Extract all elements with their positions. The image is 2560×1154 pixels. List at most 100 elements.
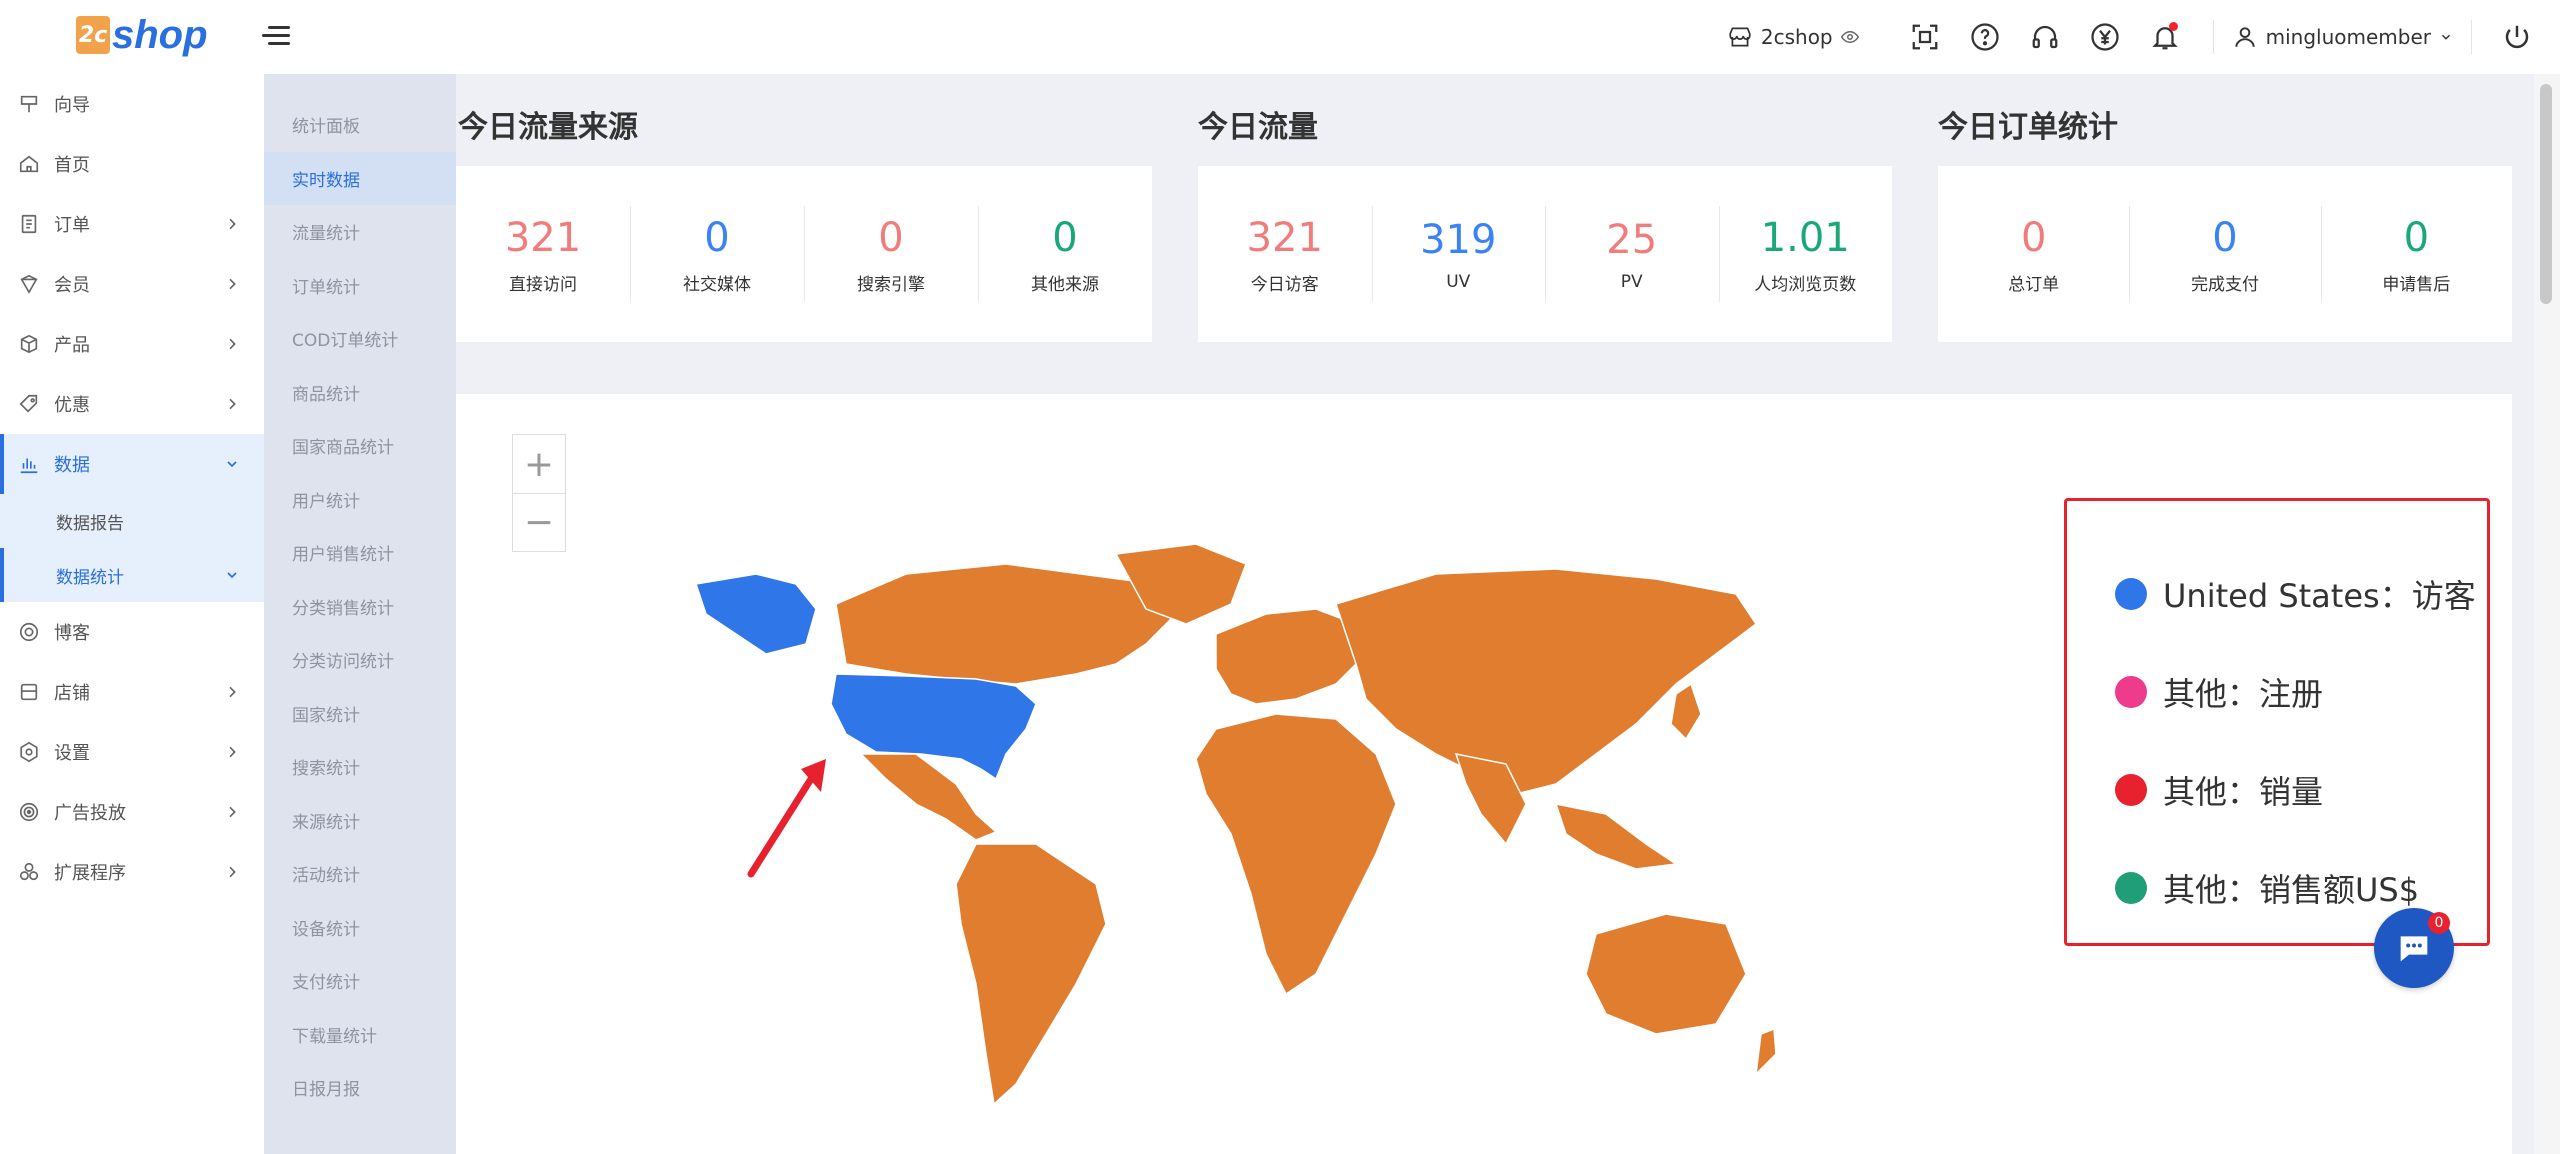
zoom-out-button[interactable]: −	[513, 493, 565, 551]
stat-social: 0 社交媒体	[630, 166, 804, 342]
product-icon	[18, 333, 40, 355]
user-menu[interactable]: mingluomember	[2232, 24, 2453, 50]
legend-item[interactable]: 其他：销量	[2067, 741, 2487, 839]
zoom-in-button[interactable]: +	[513, 435, 565, 493]
stat-value: 319	[1420, 217, 1497, 263]
headset-icon[interactable]	[2028, 20, 2062, 54]
sidebar-item-promotions[interactable]: 优惠	[0, 374, 264, 434]
sidebar-item-ads[interactable]: 广告投放	[0, 782, 264, 842]
stat-value: 321	[504, 214, 582, 261]
sidebar-item-blog[interactable]: 博客	[0, 602, 264, 662]
subnav-item[interactable]: 活动统计	[264, 847, 456, 901]
subnav-item[interactable]: 国家统计	[264, 687, 456, 741]
legend-dot	[2115, 578, 2147, 610]
menu-toggle-icon[interactable]	[262, 18, 296, 52]
orders-today-title: 今日订单统计	[1938, 110, 2118, 145]
subnav-item[interactable]: 用户统计	[264, 473, 456, 527]
subnav-item[interactable]: 下载量统计	[264, 1008, 456, 1062]
store-icon	[1729, 27, 1751, 47]
sidebar-sub-data-report[interactable]: 数据报告	[0, 494, 264, 548]
page-scrollbar[interactable]	[2534, 74, 2560, 1154]
logo[interactable]: 2c shop	[76, 8, 216, 62]
sidebar-item-store[interactable]: 店铺	[0, 662, 264, 722]
subnav-item[interactable]: 统计面板	[264, 98, 456, 152]
stat-value: 0	[2403, 214, 2430, 261]
currency-icon[interactable]	[2088, 20, 2122, 54]
home-icon	[18, 153, 40, 175]
sidebar-item-guide[interactable]: 向导	[0, 74, 264, 134]
chat-button[interactable]: 0	[2374, 908, 2454, 988]
fullscreen-icon[interactable]	[1908, 20, 1942, 54]
sidebar: 向导 首页 订单 会员 产品 优惠 数据 数据报告 数据统计 博客 店铺 设置 …	[0, 74, 264, 1154]
stat-label: UV	[1446, 272, 1471, 292]
sidebar-sub-label: 数据报告	[56, 513, 124, 534]
chart-icon	[18, 453, 40, 475]
sidebar-item-members[interactable]: 会员	[0, 254, 264, 314]
subnav-item[interactable]: 订单统计	[264, 259, 456, 313]
subnav-item-realtime[interactable]: 实时数据	[264, 151, 456, 205]
chevron-right-icon	[229, 806, 236, 818]
sidebar-item-settings[interactable]: 设置	[0, 722, 264, 782]
sidebar-item-extensions[interactable]: 扩展程序	[0, 842, 264, 902]
chevron-right-icon	[229, 746, 236, 758]
sidebar-item-label: 数据	[54, 455, 90, 476]
shop-switch[interactable]: 2cshop	[1727, 24, 1859, 50]
subnav-item[interactable]: 支付统计	[264, 954, 456, 1008]
legend-dot	[2115, 774, 2147, 806]
subnav-item[interactable]: 分类销售统计	[264, 580, 456, 634]
sidebar-sub-data-stats[interactable]: 数据统计	[0, 548, 264, 602]
legend-item[interactable]: 其他：注册	[2067, 643, 2487, 741]
stat-label: 申请售后	[2382, 274, 2451, 295]
sidebar-item-label: 会员	[54, 275, 90, 296]
subnav-item[interactable]: 商品统计	[264, 366, 456, 420]
stat-after-sales: 0 申请售后	[2320, 166, 2512, 342]
eye-icon[interactable]	[1840, 28, 1859, 46]
subnav-item[interactable]: 来源统计	[264, 794, 456, 848]
main-content: 今日流量来源 321 直接访问 0 社交媒体 0 搜索引擎 0 其他来源 今日流量 32…	[456, 74, 2534, 1154]
settings-icon	[18, 741, 40, 763]
stat-value: 321	[1246, 214, 1323, 261]
user-icon	[2234, 27, 2255, 47]
stat-label: 社交媒体	[683, 274, 751, 295]
traffic-source-card: 321 直接访问 0 社交媒体 0 搜索引擎 0 其他来源	[456, 166, 1152, 342]
legend-label: United States：访客	[2163, 577, 2476, 615]
chat-icon	[2400, 936, 2428, 962]
legend-item[interactable]: United States：访客	[2067, 545, 2487, 643]
japan	[1670, 682, 1702, 741]
subnav-item[interactable]: 用户销售统计	[264, 526, 456, 580]
subnav-item[interactable]: 日报月报	[264, 1061, 456, 1115]
stat-value: 0	[1052, 214, 1078, 261]
notification-dot	[2168, 22, 2178, 31]
legend-label: 其他：销量	[2163, 773, 2324, 811]
stat-value: 0	[878, 214, 904, 261]
subnav-item[interactable]: 设备统计	[264, 901, 456, 955]
australia	[1585, 913, 1747, 1035]
ads-icon	[18, 801, 40, 823]
land-masses	[835, 543, 1777, 1106]
subnav-item[interactable]: COD订单统计	[264, 312, 456, 366]
chevron-down-icon	[2441, 34, 2451, 40]
sidebar-item-orders[interactable]: 订单	[0, 194, 264, 254]
top-header: 2c shop 2cshop mingluomember	[0, 0, 2560, 74]
logo-text: shop	[112, 12, 208, 57]
bell-icon[interactable]	[2148, 20, 2182, 54]
alaska	[695, 573, 817, 655]
sidebar-item-data[interactable]: 数据	[0, 434, 264, 494]
scroll-thumb[interactable]	[2540, 84, 2552, 304]
subnav-item[interactable]: 国家商品统计	[264, 419, 456, 473]
power-icon[interactable]	[2500, 20, 2534, 54]
sidebar-item-label: 店铺	[54, 683, 90, 704]
sidebar-item-products[interactable]: 产品	[0, 314, 264, 374]
subnav-item[interactable]: 分类访问统计	[264, 633, 456, 687]
subnav-item[interactable]: 流量统计	[264, 205, 456, 259]
sidebar-item-label: 博客	[54, 623, 90, 644]
stat-visitors: 321 今日访客	[1198, 166, 1372, 342]
header-actions: 2cshop mingluomember	[1727, 0, 2560, 74]
zoom-controls: + −	[512, 434, 566, 552]
sidebar-item-home[interactable]: 首页	[0, 134, 264, 194]
subnav-item[interactable]: 搜索统计	[264, 740, 456, 794]
world-map[interactable]	[676, 514, 1876, 1114]
shop-name: 2cshop	[1760, 25, 1833, 49]
stat-pv: 25 PV	[1545, 166, 1719, 342]
help-icon[interactable]	[1968, 20, 2002, 54]
